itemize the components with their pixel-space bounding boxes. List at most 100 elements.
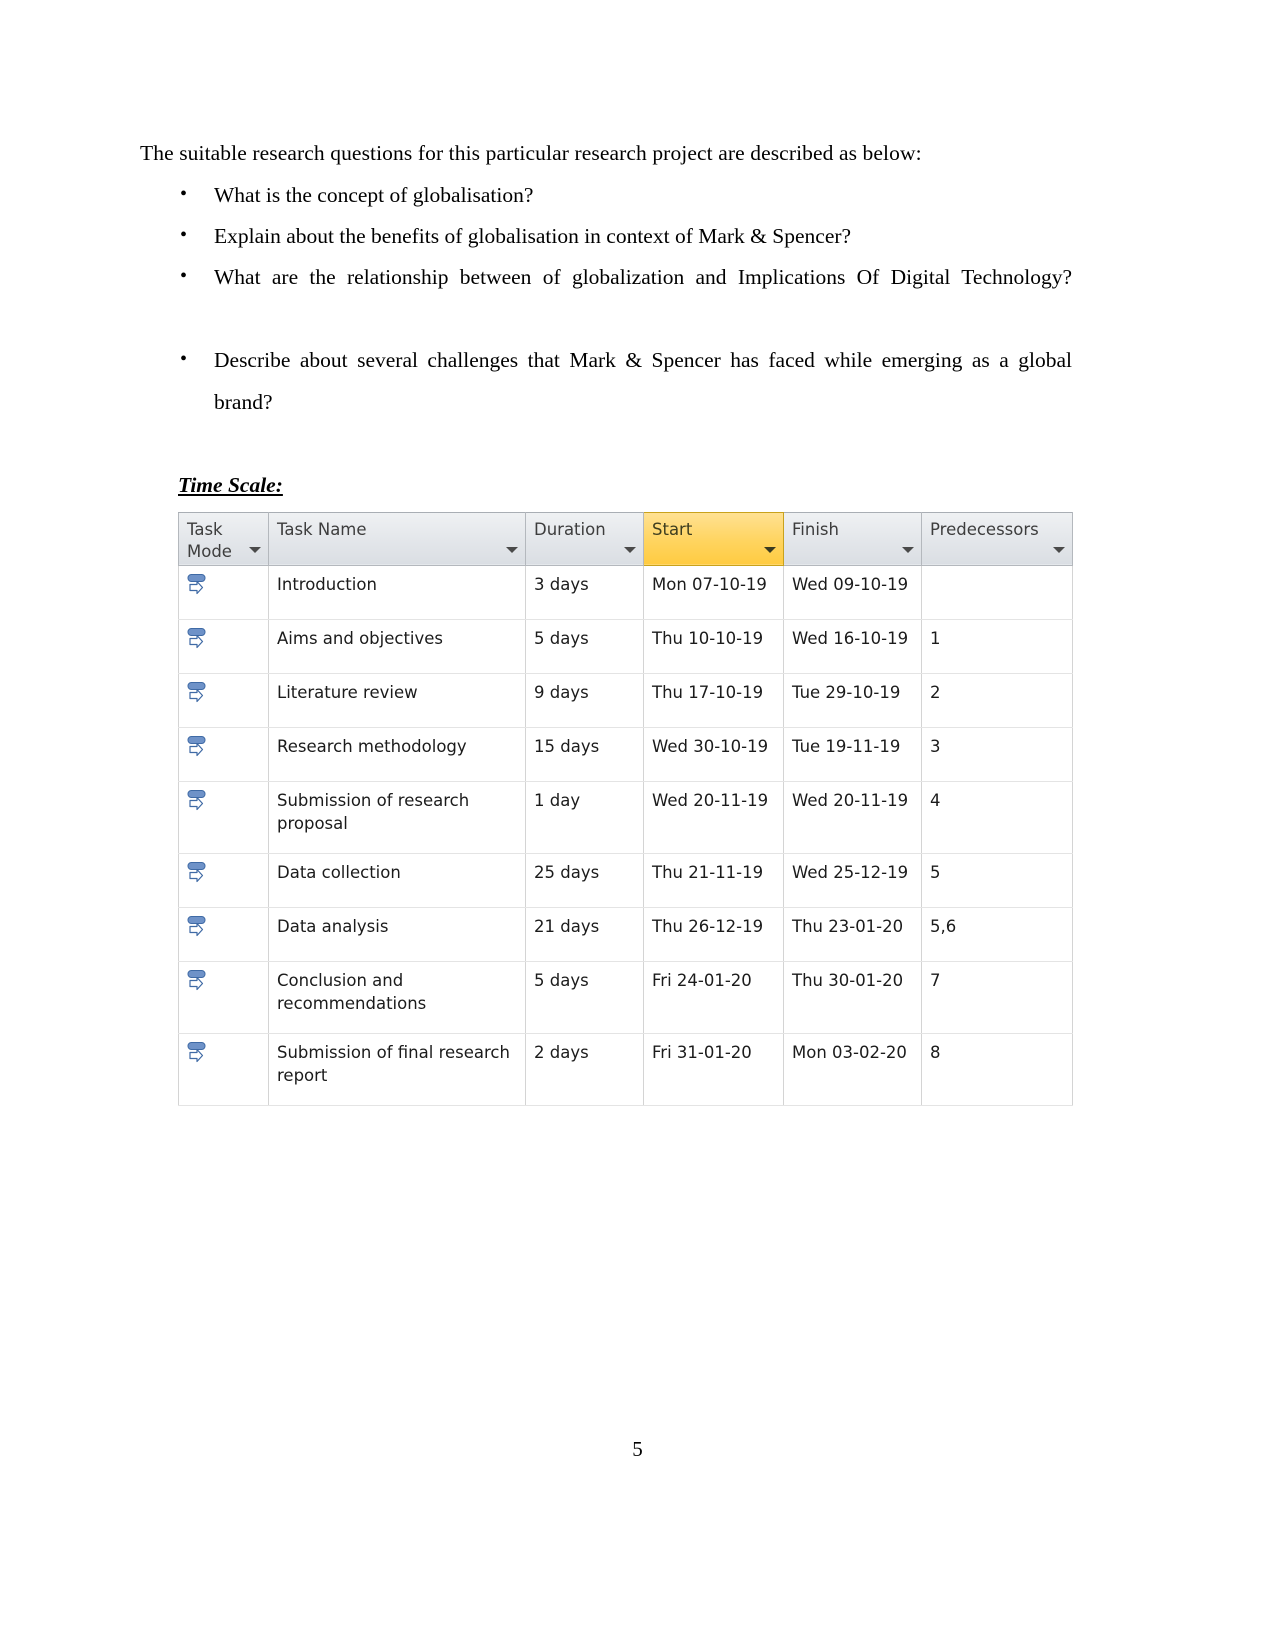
cell-duration[interactable]: 1 day — [525, 780, 644, 854]
bullet-icon: • — [180, 224, 188, 246]
column-header-label: Duration — [534, 519, 606, 539]
chevron-down-icon[interactable] — [1053, 546, 1065, 553]
cell-task-name[interactable]: Conclusion and recommendations — [268, 960, 526, 1034]
cell-task-name[interactable]: Research methodology — [268, 726, 526, 782]
cell-predecessors[interactable]: 8 — [921, 1032, 1073, 1106]
bullet-icon: • — [180, 348, 188, 371]
table-row[interactable]: Conclusion and recommendations 5 days Fri … — [178, 960, 1073, 1034]
cell-task-name[interactable]: Introduction — [268, 564, 526, 620]
cell-finish[interactable]: Tue 29-10-19 — [783, 672, 922, 728]
column-header-finish[interactable]: Finish — [783, 511, 922, 566]
cell-task-name[interactable]: Data collection — [268, 852, 526, 908]
cell-start[interactable]: Wed 20-11-19 — [643, 780, 784, 854]
cell-predecessors[interactable]: 5,6 — [921, 906, 1073, 962]
cell-task-mode[interactable] — [178, 780, 269, 854]
column-header-duration[interactable]: Duration — [525, 511, 644, 566]
table-row[interactable]: Aims and objectives 5 days Thu 10-10-19 Wed… — [178, 618, 1073, 674]
cell-task-mode[interactable] — [178, 906, 269, 962]
list-item: • Describe about several challenges that … — [140, 340, 1072, 464]
list-item-text: Describe about several challenges that M… — [214, 348, 1072, 414]
cell-start[interactable]: Fri 31-01-20 — [643, 1032, 784, 1106]
cell-duration[interactable]: 15 days — [525, 726, 644, 782]
cell-start[interactable]: Thu 10-10-19 — [643, 618, 784, 674]
list-item: • What is the concept of globalisation? — [140, 175, 1072, 216]
cell-finish[interactable]: Wed 20-11-19 — [783, 780, 922, 854]
cell-task-mode[interactable] — [178, 726, 269, 782]
column-header-label: Predecessors — [930, 519, 1039, 539]
cell-duration[interactable]: 3 days — [525, 564, 644, 620]
cell-duration[interactable]: 25 days — [525, 852, 644, 908]
table-row[interactable]: Data analysis 21 days Thu 26-12-19 Thu 23-0… — [178, 906, 1073, 962]
column-header-task_name[interactable]: Task Name — [268, 511, 526, 566]
cell-predecessors[interactable] — [921, 564, 1073, 620]
cell-start[interactable]: Mon 07-10-19 — [643, 564, 784, 620]
bullet-icon: • — [180, 265, 188, 288]
cell-start[interactable]: Thu 26-12-19 — [643, 906, 784, 962]
cell-finish[interactable]: Wed 09-10-19 — [783, 564, 922, 620]
cell-task-mode[interactable] — [178, 960, 269, 1034]
page-number: 5 — [632, 1437, 643, 1461]
auto-scheduled-icon — [187, 789, 213, 815]
cell-finish[interactable]: Mon 03-02-20 — [783, 1032, 922, 1106]
table-header: Task Mode Task Name Duration Start Finish Pre… — [178, 511, 1073, 566]
cell-duration[interactable]: 5 days — [525, 618, 644, 674]
cell-task-name[interactable]: Data analysis — [268, 906, 526, 962]
cell-duration[interactable]: 9 days — [525, 672, 644, 728]
cell-task-mode[interactable] — [178, 1032, 269, 1106]
list-item-text: What are the relationship between of glo… — [214, 265, 1072, 290]
table-body: Introduction 3 days Mon 07-10-19 Wed 09-10-… — [178, 564, 1073, 1106]
cell-finish[interactable]: Wed 25-12-19 — [783, 852, 922, 908]
table-row[interactable]: Data collection 25 days Thu 21-11-19 Wed 25… — [178, 852, 1073, 908]
cell-task-mode[interactable] — [178, 618, 269, 674]
table-row[interactable]: Submission of research proposal 1 day Wed … — [178, 780, 1073, 854]
cell-task-name[interactable]: Submission of final research report — [268, 1032, 526, 1106]
cell-duration[interactable]: 5 days — [525, 960, 644, 1034]
cell-finish[interactable]: Thu 30-01-20 — [783, 960, 922, 1034]
cell-predecessors[interactable]: 1 — [921, 618, 1073, 674]
cell-finish[interactable]: Wed 16-10-19 — [783, 618, 922, 674]
cell-finish[interactable]: Thu 23-01-20 — [783, 906, 922, 962]
auto-scheduled-icon — [187, 861, 213, 887]
chevron-down-icon[interactable] — [249, 546, 261, 553]
column-header-start[interactable]: Start — [643, 511, 784, 566]
auto-scheduled-icon — [187, 969, 213, 995]
cell-start[interactable]: Thu 17-10-19 — [643, 672, 784, 728]
cell-start[interactable]: Wed 30-10-19 — [643, 726, 784, 782]
cell-predecessors[interactable]: 4 — [921, 780, 1073, 854]
chevron-down-icon[interactable] — [764, 546, 776, 553]
bullet-icon: • — [180, 182, 188, 205]
cell-start[interactable]: Fri 24-01-20 — [643, 960, 784, 1034]
chevron-down-icon[interactable] — [624, 546, 636, 553]
cell-task-name[interactable]: Literature review — [268, 672, 526, 728]
cell-predecessors[interactable]: 5 — [921, 852, 1073, 908]
auto-scheduled-icon — [187, 735, 213, 761]
cell-start[interactable]: Thu 21-11-19 — [643, 852, 784, 908]
cell-task-mode[interactable] — [178, 852, 269, 908]
cell-task-name[interactable]: Submission of research proposal — [268, 780, 526, 854]
cell-task-mode[interactable] — [178, 564, 269, 620]
intro-paragraph: The suitable research questions for this… — [140, 141, 922, 165]
cell-predecessors[interactable]: 7 — [921, 960, 1073, 1034]
chevron-down-icon[interactable] — [902, 546, 914, 553]
column-header-task_mode[interactable]: Task Mode — [178, 511, 269, 566]
cell-predecessors[interactable]: 2 — [921, 672, 1073, 728]
table-row[interactable]: Research methodology 15 days Wed 30-10-19 T… — [178, 726, 1073, 782]
column-header-label: Start — [652, 519, 693, 539]
page-content: The suitable research questions for this… — [140, 138, 1073, 1106]
auto-scheduled-icon — [187, 573, 213, 599]
cell-finish[interactable]: Tue 19-11-19 — [783, 726, 922, 782]
cell-predecessors[interactable]: 3 — [921, 726, 1073, 782]
cell-duration[interactable]: 21 days — [525, 906, 644, 962]
auto-scheduled-icon — [187, 1041, 213, 1067]
table-row[interactable]: Literature review 9 days Thu 17-10-19 Tue 2… — [178, 672, 1073, 728]
table-row[interactable]: Introduction 3 days Mon 07-10-19 Wed 09-10-… — [178, 564, 1073, 620]
cell-task-mode[interactable] — [178, 672, 269, 728]
chevron-down-icon[interactable] — [506, 546, 518, 553]
cell-task-name[interactable]: Aims and objectives — [268, 618, 526, 674]
column-header-label: Task Name — [277, 519, 367, 539]
column-header-label: Finish — [792, 519, 839, 539]
column-header-predecessors[interactable]: Predecessors — [921, 511, 1073, 566]
cell-duration[interactable]: 2 days — [525, 1032, 644, 1106]
document-page: The suitable research questions for this… — [0, 0, 1275, 1651]
table-row[interactable]: Submission of final research report 2 day… — [178, 1032, 1073, 1106]
